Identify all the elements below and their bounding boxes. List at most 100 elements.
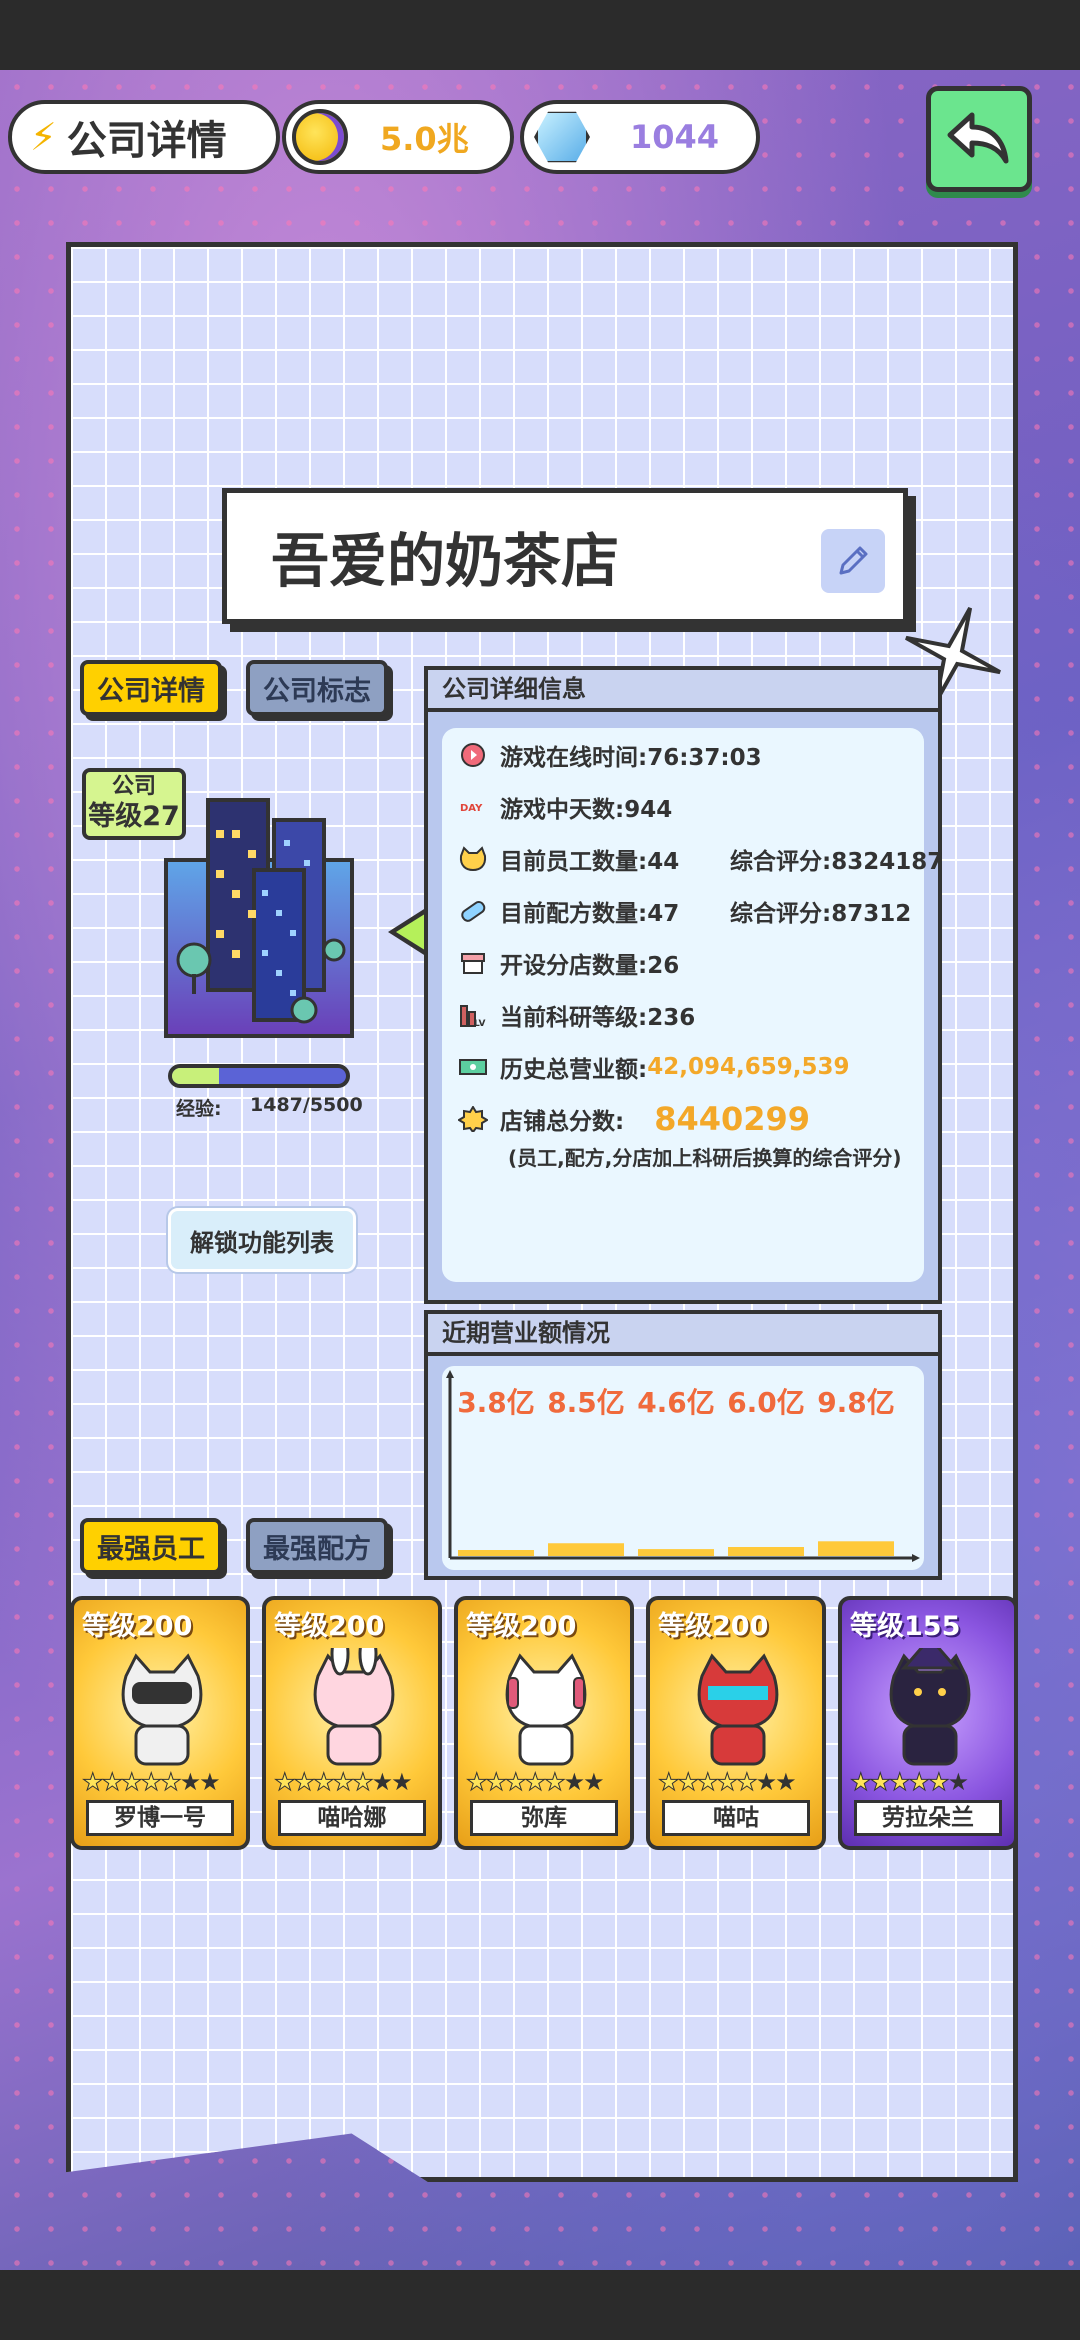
info-employees-score: 综合评分:8324187	[730, 849, 944, 875]
tab-top-recipes[interactable]: 最强配方	[246, 1518, 388, 1574]
star-empty-icon: ★	[583, 1768, 604, 1796]
research-lv-icon: LV	[460, 1005, 485, 1028]
star-filled-icon: ★	[160, 1768, 182, 1797]
revenue-bar-label: 3.8亿	[457, 1386, 535, 1419]
employee-card[interactable]: 等级155 ★★★★★★ 劳拉朵兰	[838, 1596, 1018, 1850]
star-filled-icon: ★	[850, 1768, 872, 1797]
star-filled-icon: ★	[332, 1768, 354, 1797]
experience-value: 1487/5500	[250, 1094, 363, 1116]
employee-portrait	[678, 1648, 798, 1768]
svg-text:LV: LV	[474, 1019, 485, 1028]
info-research: 当前科研等级:236	[500, 1005, 696, 1031]
pencil-icon	[839, 546, 868, 575]
employee-stars: ★★★★★★★	[82, 1768, 221, 1797]
revenue-bar-label: 8.5亿	[547, 1386, 625, 1419]
coin-counter: 5.0兆	[282, 100, 514, 174]
gold-coin-icon	[292, 109, 348, 165]
y-axis-arrow-icon	[446, 1370, 454, 1378]
employee-name: 弥库	[470, 1800, 618, 1836]
info-row-recipes: 目前配方数量:47 综合评分:87312	[458, 894, 911, 928]
employee-card[interactable]: 等级200 ★★★★★★★ 弥库	[454, 1596, 634, 1850]
company-building-image	[164, 798, 354, 1038]
info-recipes-score: 综合评分:87312	[730, 901, 912, 927]
bottom-bar	[0, 2270, 1080, 2340]
unlock-features-button[interactable]: 解锁功能列表	[168, 1208, 356, 1272]
info-days: 游戏中天数:944	[500, 797, 673, 823]
info-row-branches: 开设分店数量:26	[458, 946, 679, 980]
employee-card[interactable]: 等级200 ★★★★★★★ 罗博一号	[70, 1596, 250, 1850]
tab-company-details[interactable]: 公司详情	[80, 660, 222, 716]
svg-text:DAY: DAY	[460, 803, 483, 814]
star-empty-icon: ★	[179, 1768, 201, 1796]
info-store-score-value: 8440299	[654, 1100, 811, 1138]
revenue-bar	[458, 1550, 534, 1556]
revenue-bar-label: 6.0亿	[727, 1386, 805, 1419]
employee-level: 等级200	[466, 1611, 577, 1642]
company-logo-icon: ⚡	[30, 115, 57, 159]
info-row-total-revenue: 历史总营业额: 42,094,659,539	[458, 1050, 849, 1084]
tab-top-employees[interactable]: 最强员工	[80, 1518, 222, 1574]
employee-name: 劳拉朵兰	[854, 1800, 1002, 1836]
employee-level: 等级200	[274, 1611, 385, 1642]
return-arrow-icon	[947, 112, 1009, 164]
coin-amount: 5.0兆	[380, 120, 469, 158]
page-title-text: 公司详情	[66, 118, 227, 164]
company-info-panel: 公司详细信息 游戏在线时间:76:37:03 DAY 游戏中天数:944 目前员…	[424, 666, 943, 1304]
score-note: (员工,配方,分店加上科研后换算的综合评分)	[508, 1146, 902, 1170]
revenue-bar	[728, 1547, 804, 1556]
experience-bar-fill	[172, 1068, 219, 1084]
star-filled-icon: ★	[928, 1768, 950, 1797]
cat-face-icon	[459, 846, 487, 872]
star-empty-icon: ★	[775, 1768, 796, 1796]
star-filled-icon: ★	[293, 1768, 315, 1797]
star-filled-icon: ★	[697, 1768, 719, 1797]
info-employees: 目前员工数量:44	[500, 849, 680, 875]
experience-bar	[168, 1064, 350, 1088]
cash-icon	[459, 1059, 487, 1075]
info-panel-body: 游戏在线时间:76:37:03 DAY 游戏中天数:944 目前员工数量:44 …	[442, 728, 943, 1282]
star-filled-icon: ★	[82, 1768, 104, 1797]
company-name: 吾爱的奶茶店	[271, 527, 620, 595]
revenue-bar	[638, 1549, 714, 1556]
company-name-box: 吾爱的奶茶店	[222, 488, 908, 624]
info-branches: 开设分店数量:26	[500, 953, 680, 979]
revenue-bar-label: 9.8亿	[817, 1386, 895, 1419]
star-empty-icon: ★	[199, 1768, 220, 1796]
info-store-score-label: 店铺总分数:	[500, 1109, 625, 1135]
employee-stars: ★★★★★★	[850, 1768, 970, 1797]
tab-company-logo[interactable]: 公司标志	[246, 660, 388, 716]
info-row-employees: 目前员工数量:44 综合评分:8324187	[458, 842, 943, 876]
star-filled-icon: ★	[677, 1768, 699, 1797]
star-filled-icon: ★	[736, 1768, 758, 1797]
star-filled-icon: ★	[908, 1768, 930, 1797]
star-filled-icon: ★	[889, 1768, 911, 1797]
clock-icon	[461, 743, 485, 767]
star-empty-icon: ★	[371, 1768, 393, 1796]
x-axis-arrow-icon	[912, 1554, 920, 1562]
day-icon: DAY	[460, 803, 483, 814]
employee-level: 等级200	[82, 1611, 193, 1642]
back-button[interactable]	[926, 86, 1032, 192]
star-filled-icon: ★	[121, 1768, 143, 1797]
info-total-revenue-label: 历史总营业额:	[500, 1057, 648, 1083]
page-title: ⚡ 公司详情	[8, 100, 280, 174]
employee-card[interactable]: 等级200 ★★★★★★★ 喵咕	[646, 1596, 826, 1850]
employee-portrait	[486, 1648, 606, 1768]
star-filled-icon: ★	[716, 1768, 738, 1797]
info-recipes: 目前配方数量:47	[500, 901, 680, 927]
edit-name-button[interactable]	[821, 529, 885, 593]
star-empty-icon: ★	[391, 1768, 412, 1796]
employee-portrait	[294, 1632, 414, 1768]
employee-card[interactable]: 等级200 ★★★★★★★ 喵哈娜	[262, 1596, 442, 1850]
star-filled-icon: ★	[658, 1768, 680, 1797]
star-filled-icon: ★	[544, 1768, 566, 1797]
star-filled-icon: ★	[466, 1768, 488, 1797]
star-filled-icon: ★	[352, 1768, 374, 1797]
revenue-bar	[818, 1541, 894, 1556]
employee-level: 等级200	[658, 1611, 769, 1642]
star-empty-icon: ★	[947, 1768, 969, 1796]
employee-name: 罗博一号	[86, 1800, 234, 1836]
employee-portrait	[870, 1635, 990, 1768]
info-row-research: LV 当前科研等级:236	[458, 998, 695, 1032]
shop-icon	[461, 953, 485, 974]
